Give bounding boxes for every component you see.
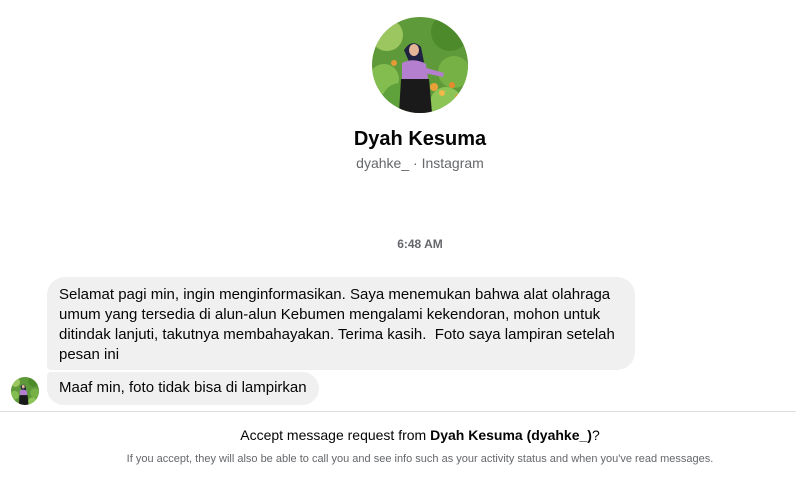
accept-prompt-suffix: ? (591, 427, 600, 443)
profile-username: dyahke_ (356, 155, 410, 171)
message-timestamp: 6:48 AM (397, 237, 443, 251)
sender-avatar[interactable] (11, 377, 39, 405)
message-bubble[interactable]: Selamat pagi min, ingin menginformasikan… (47, 277, 635, 370)
subtitle-separator: · (409, 155, 422, 171)
composer-divider (0, 411, 796, 412)
accept-request-prompt: Accept message request from Dyah Kesuma … (0, 427, 796, 443)
profile-platform: Instagram (421, 155, 484, 171)
accept-prompt-prefix: Accept message request from (240, 427, 431, 443)
accept-request-note: If you accept, they will also be able to… (126, 453, 714, 465)
profile-name: Dyah Kesuma (353, 128, 487, 150)
requester-name: Dyah Kesuma (dyahke_) (430, 427, 592, 443)
message-bubble[interactable]: Maaf min, foto tidak bisa di lampirkan (47, 372, 319, 405)
sender-photo (11, 377, 39, 405)
message-request-view: Dyah Kesuma dyahke_ · Instagram 6:48 AM … (0, 0, 796, 485)
profile-photo (372, 17, 468, 113)
profile-subtitle: dyahke_ · Instagram (0, 155, 796, 171)
profile-avatar[interactable] (372, 17, 468, 113)
